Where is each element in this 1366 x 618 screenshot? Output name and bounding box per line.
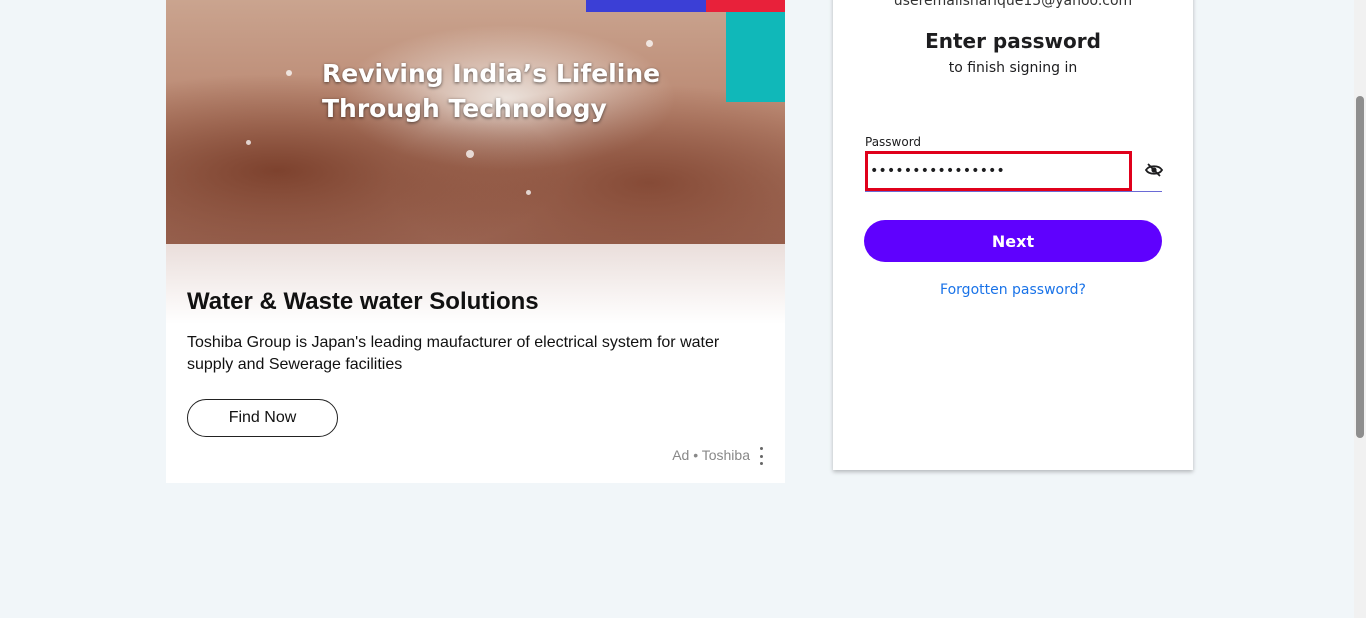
ad-more-options-icon[interactable] [757,447,765,465]
water-drop [246,140,251,145]
ad-sponsor-label: Ad • Toshiba [672,447,750,463]
forgot-password-link[interactable]: Forgotten password? [833,282,1193,298]
page-subtitle: to finish signing in [948,60,1078,76]
ad-stripe-blue [586,0,726,12]
water-drop [646,40,653,47]
ad-card[interactable]: Reviving India’s Lifeline Through Techno… [166,0,785,483]
account-email: useremailsharique15@yahoo.com [893,0,1133,9]
ad-title[interactable]: Water & Waste water Solutions [187,288,539,316]
ad-image[interactable]: Reviving India’s Lifeline Through Techno… [166,0,785,244]
water-drop [466,150,474,158]
password-field[interactable] [865,151,1132,191]
ad-banner-text: Reviving India’s Lifeline Through Techno… [322,56,660,126]
login-card: useremailsharique15@yahoo.com Enter pass… [833,0,1193,470]
scrollbar-thumb[interactable] [1356,96,1364,438]
password-underline [865,191,1162,192]
password-label: Password [865,135,922,149]
ad-banner-line1: Reviving India’s Lifeline [322,59,661,88]
ad-banner-line2: Through Technology [322,94,607,123]
ad-find-now-button[interactable]: Find Now [187,399,338,437]
page-title: Enter password [925,29,1101,53]
page: Reviving India’s Lifeline Through Techno… [0,0,1366,618]
ad-description: Toshiba Group is Japan's leading maufact… [187,334,720,373]
water-drop [526,190,531,195]
water-drop [286,70,292,76]
ad-stripe-red [706,0,785,12]
eye-slash-icon[interactable] [1143,161,1165,179]
ad-teal-block [726,12,785,102]
next-button[interactable]: Next [864,220,1162,262]
